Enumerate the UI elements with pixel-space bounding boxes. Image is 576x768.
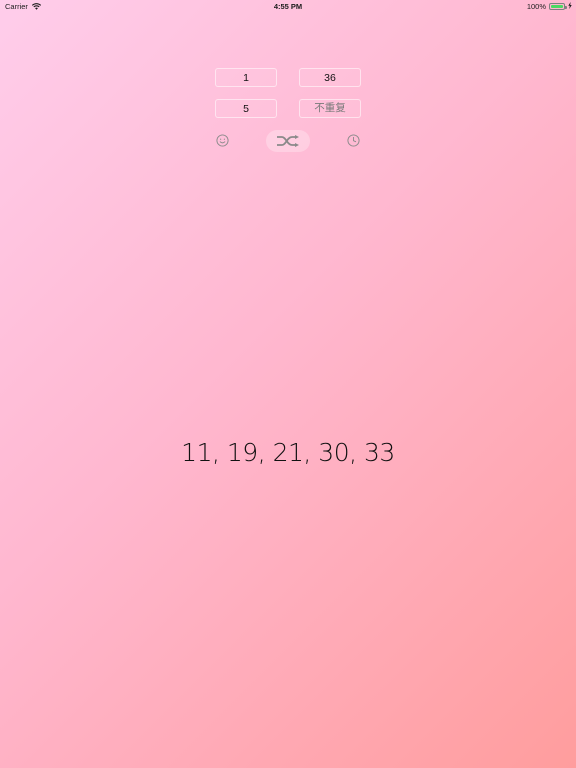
clock-icon bbox=[347, 134, 360, 147]
charging-icon bbox=[568, 2, 572, 11]
battery-percentage: 100% bbox=[526, 2, 546, 11]
max-number-field[interactable] bbox=[299, 68, 361, 87]
battery-level bbox=[551, 5, 563, 8]
status-time: 4:55 PM bbox=[273, 2, 303, 11]
shuffle-icon bbox=[277, 135, 299, 147]
status-bar: Carrier 4:55 PM 100% bbox=[0, 0, 576, 12]
no-repeat-toggle[interactable]: 不重复 bbox=[299, 99, 361, 118]
battery-tip bbox=[565, 6, 567, 9]
status-right: 100% bbox=[527, 2, 572, 11]
count-field[interactable] bbox=[215, 99, 277, 118]
smiley-icon bbox=[216, 134, 229, 147]
min-number-field[interactable] bbox=[215, 68, 277, 87]
random-result-text: 11, 19, 21, 30, 33 bbox=[181, 438, 395, 467]
shuffle-button[interactable] bbox=[266, 130, 310, 152]
smiley-button[interactable] bbox=[215, 133, 230, 148]
history-button[interactable] bbox=[346, 133, 361, 148]
battery-icon bbox=[549, 3, 567, 10]
